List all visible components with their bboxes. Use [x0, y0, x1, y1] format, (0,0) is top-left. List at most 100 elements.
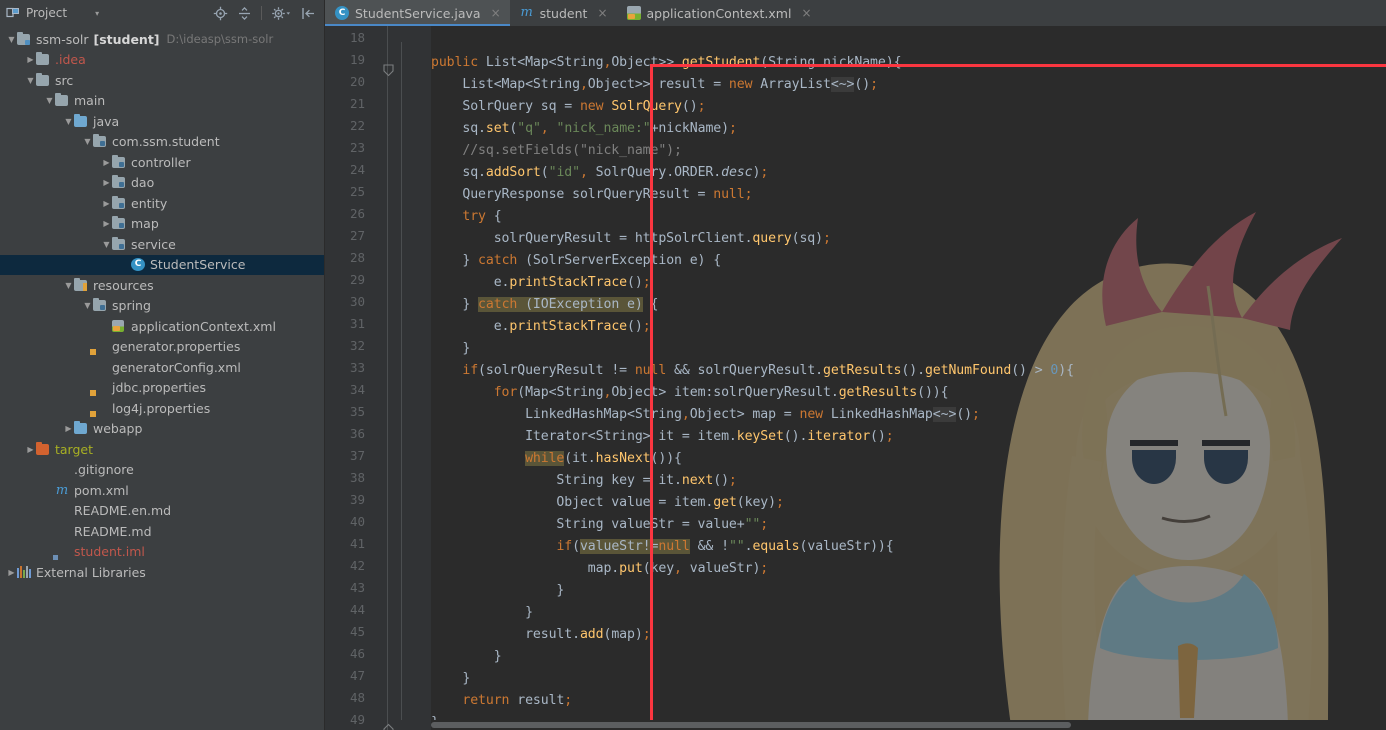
tree-item-external-libraries[interactable]: ▶ External Libraries: [0, 562, 324, 583]
line-number: 25: [349, 184, 365, 199]
tree-item-log4j-properties[interactable]: log4j.properties: [0, 398, 324, 419]
folder-icon: [55, 93, 69, 107]
line-number: 47: [349, 668, 365, 683]
line-number: 43: [349, 580, 365, 595]
tree-item-label: pom.xml: [74, 482, 129, 498]
tree-item-webapp[interactable]: ▶ webapp: [0, 419, 324, 440]
tree-item-entity[interactable]: ▶ entity: [0, 193, 324, 214]
tree-item-service[interactable]: ▼ service: [0, 234, 324, 255]
locate-icon[interactable]: [213, 6, 228, 21]
tree-item-generator-properties[interactable]: generator.properties: [0, 337, 324, 358]
tree-item-com-ssm-student[interactable]: ▼ com.ssm.student: [0, 132, 324, 153]
line-number: 39: [349, 492, 365, 507]
project-tree[interactable]: ▼ ssm-solr [student] D:\ideasp\ssm-solr ▶ .id…: [0, 26, 325, 730]
tree-twisty[interactable]: ▶: [101, 178, 112, 187]
folder-icon: [36, 52, 50, 66]
tree-item-pom-xml[interactable]: m pom.xml: [0, 480, 324, 501]
tree-twisty[interactable]: ▼: [82, 301, 93, 310]
tree-twisty[interactable]: ▶: [101, 199, 112, 208]
tree-item-spring[interactable]: ▼ spring: [0, 296, 324, 317]
tree-item-label: generator.properties: [112, 339, 241, 355]
tree-twisty[interactable]: ▼: [25, 76, 36, 85]
xml-icon: [626, 6, 641, 20]
code-editor[interactable]: 18 19 20 21 22 23 24 25 26 27 28 29 30 31 32 33 34 35 36 37…: [325, 26, 1386, 730]
line-number: 35: [349, 404, 365, 419]
tree-item-dao[interactable]: ▶ dao: [0, 173, 324, 194]
hide-icon[interactable]: [301, 6, 317, 21]
line-number: 48: [349, 690, 365, 705]
horizontal-scrollbar-thumb[interactable]: [431, 722, 1071, 728]
tree-item-gitignore[interactable]: .gitignore: [0, 460, 324, 481]
package-icon: [112, 175, 126, 189]
tree-item-label: ssm-solr: [36, 31, 89, 47]
package-icon: [112, 154, 126, 169]
close-icon[interactable]: ×: [801, 6, 811, 20]
tree-item-idea[interactable]: ▶ .idea: [0, 50, 324, 71]
tree-item-resources[interactable]: ▼ resources: [0, 275, 324, 296]
package-icon: [93, 298, 107, 312]
tree-item-src[interactable]: ▼ src: [0, 70, 324, 91]
tree-item-map[interactable]: ▶ map: [0, 214, 324, 235]
tree-twisty[interactable]: ▼: [6, 35, 17, 44]
line-number: 24: [349, 162, 365, 177]
editor-gutter[interactable]: 18 19 20 21 22 23 24 25 26 27 28 29 30 31 32 33 34 35 36 37…: [325, 26, 431, 730]
tree-twisty[interactable]: ▼: [44, 96, 55, 105]
line-number: 37: [349, 448, 365, 463]
xml-file-icon: [93, 361, 107, 374]
fold-expand-icon[interactable]: [382, 721, 395, 730]
close-icon[interactable]: ×: [491, 6, 501, 20]
toolbar-divider: [261, 6, 262, 20]
line-number: 34: [349, 382, 365, 397]
line-number: 33: [349, 360, 365, 375]
tree-item-label: README.md: [74, 523, 152, 539]
tab-student[interactable]: m student ×: [510, 0, 617, 26]
tree-item-controller[interactable]: ▶ controller: [0, 152, 324, 173]
tree-item-label: webapp: [93, 421, 143, 437]
tree-twisty[interactable]: ▼: [63, 117, 74, 126]
line-number: 45: [349, 624, 365, 639]
tree-item-generatorconfig-xml[interactable]: generatorConfig.xml: [0, 357, 324, 378]
tab-student-service-java[interactable]: C StudentService.java ×: [325, 0, 510, 26]
tree-item-label: External Libraries: [36, 564, 146, 580]
maven-icon: m: [520, 5, 533, 20]
project-toolbar-icons: [213, 6, 324, 21]
tree-item-readme-md[interactable]: README.md: [0, 521, 324, 542]
tree-item-label: dao: [131, 175, 155, 191]
line-number: 20: [349, 74, 365, 89]
tree-twisty[interactable]: ▶: [63, 424, 74, 433]
tree-twisty[interactable]: ▶: [101, 219, 112, 228]
tree-item-label: StudentService: [150, 257, 246, 273]
tree-item-target[interactable]: ▶ target: [0, 439, 324, 460]
tree-item-applicationcontext-xml[interactable]: applicationContext.xml: [0, 316, 324, 337]
tree-item-studentservice[interactable]: C StudentService: [0, 254, 324, 275]
tree-twisty[interactable]: ▼: [82, 137, 93, 146]
gear-icon[interactable]: [271, 6, 292, 21]
tree-twisty[interactable]: ▶: [25, 445, 36, 454]
tree-item-main[interactable]: ▼ main: [0, 91, 324, 112]
tree-item-label: entity: [131, 195, 168, 211]
tree-item-student-iml[interactable]: student.iml: [0, 542, 324, 563]
tree-twisty[interactable]: ▶: [25, 55, 36, 64]
maven-icon: m: [55, 482, 69, 498]
tree-twisty[interactable]: ▼: [101, 240, 112, 249]
close-icon[interactable]: ×: [597, 6, 607, 20]
chevron-down-icon[interactable]: ▾: [95, 9, 99, 18]
project-tool-title-group[interactable]: Project ▾: [0, 6, 99, 20]
collapse-all-icon[interactable]: [237, 6, 252, 21]
tree-item-path: D:\ideasp\ssm-solr: [166, 32, 274, 47]
horizontal-scrollbar[interactable]: [431, 720, 1386, 730]
code-text[interactable]: public List<Map<String,Object>> getStude…: [431, 30, 1074, 730]
tab-application-context-xml[interactable]: applicationContext.xml ×: [617, 0, 821, 26]
tree-twisty[interactable]: ▼: [63, 281, 74, 290]
tree-item-java[interactable]: ▼ java: [0, 111, 324, 132]
tree-twisty[interactable]: ▶: [6, 568, 17, 577]
tree-item-ssm-solr[interactable]: ▼ ssm-solr [student] D:\ideasp\ssm-solr: [0, 29, 324, 50]
fold-collapse-icon[interactable]: [382, 62, 395, 77]
tree-item-label: .gitignore: [74, 462, 134, 478]
line-number: 19: [349, 52, 365, 67]
tree-item-jdbc-properties[interactable]: jdbc.properties: [0, 378, 324, 399]
tree-item-label: java: [93, 113, 120, 129]
tree-twisty[interactable]: ▶: [101, 158, 112, 167]
tree-item-readme-en-md[interactable]: README.en.md: [0, 501, 324, 522]
line-number: 22: [349, 118, 365, 133]
